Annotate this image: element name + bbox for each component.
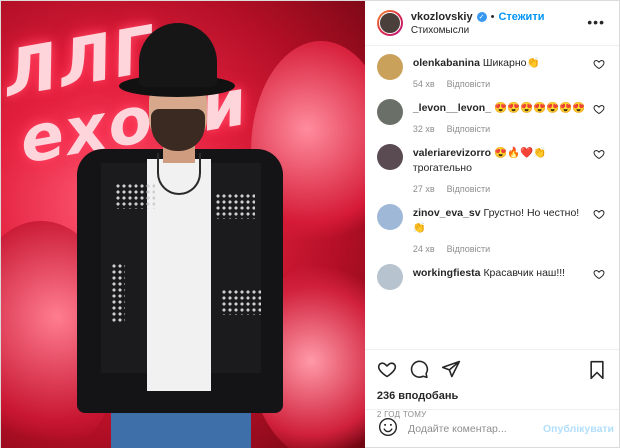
commenter-avatar[interactable] (376, 144, 403, 170)
comment-time[interactable]: 54 хв (413, 79, 435, 89)
commenter-username[interactable]: olenkabanina (413, 57, 480, 69)
comment-content: 😍😍😍😍😍😍😍 (493, 102, 586, 114)
publish-button[interactable]: Опублікувати (543, 423, 614, 435)
comment-body: _levon__levon_ 😍😍😍😍😍😍😍 32 хв Відповісти (413, 97, 591, 134)
post-sidebar: vkozlovskiy ✓ • Стежити Стихомысли ••• o… (364, 1, 619, 448)
commenter-username[interactable]: zinov_eva_sv (413, 207, 481, 219)
add-comment-bar: Опублікувати (366, 409, 619, 447)
comment-content: Шикарно👏 (482, 57, 540, 69)
comment-like-icon[interactable] (593, 58, 605, 70)
comment-text: workingfiesta Красавчик наш!!! (413, 262, 591, 281)
reply-button[interactable]: Відповісти (447, 184, 491, 194)
reply-button[interactable]: Відповісти (447, 124, 491, 134)
more-options-icon[interactable]: ••• (587, 14, 605, 30)
comment-like-icon[interactable] (593, 103, 605, 115)
header-info: vkozlovskiy ✓ • Стежити Стихомысли (411, 11, 545, 36)
reply-button[interactable]: Відповісти (447, 244, 491, 254)
post-header: vkozlovskiy ✓ • Стежити Стихомысли ••• (364, 1, 619, 46)
separator-dot: • (490, 10, 495, 23)
studs (115, 183, 155, 209)
comment-text: zinov_eva_sv Грустно! Но честно!👏 (413, 202, 591, 236)
location-link[interactable]: Стихомысли (411, 25, 545, 36)
necklace (157, 153, 201, 195)
comment-icon[interactable] (409, 359, 429, 382)
hat-crown (139, 23, 217, 87)
comment-text: _levon__levon_ 😍😍😍😍😍😍😍 (413, 97, 591, 116)
follow-button[interactable]: Стежити (498, 11, 544, 23)
comment-body: workingfiesta Красавчик наш!!! (413, 262, 591, 290)
username-link[interactable]: vkozlovskiy (411, 11, 473, 23)
comment-meta: 27 хв Відповісти (413, 184, 591, 194)
comment-item: workingfiesta Красавчик наш!!! (376, 262, 607, 290)
instagram-post: ЛЛГ ехоли vkozlovskiy ✓ • Стежити Стихом… (0, 0, 620, 448)
studs (111, 263, 125, 323)
verified-badge-icon: ✓ (476, 11, 487, 22)
comment-content: Красавчик наш!!! (483, 267, 566, 279)
comment-time[interactable]: 24 хв (413, 244, 435, 254)
comment-like-icon[interactable] (593, 148, 605, 160)
comment-item: _levon__levon_ 😍😍😍😍😍😍😍 32 хв Відповісти (376, 97, 607, 134)
likes-count[interactable]: 236 вподобань (377, 390, 607, 402)
comment-text: valeriarevizorro 😍🔥❤️👏 трогательно (413, 142, 591, 176)
post-photo[interactable]: ЛЛГ ехоли (1, 1, 365, 448)
avatar[interactable] (376, 10, 403, 36)
comment-body: valeriarevizorro 😍🔥❤️👏 трогательно 27 хв В… (413, 142, 591, 194)
comment-time[interactable]: 32 хв (413, 124, 435, 134)
header-row: vkozlovskiy ✓ • Стежити (411, 11, 545, 23)
comment-meta: 54 хв Відповісти (413, 79, 591, 89)
comment-item: zinov_eva_sv Грустно! Но честно!👏 24 хв Ві… (376, 202, 607, 254)
comment-meta: 24 хв Відповісти (413, 244, 591, 254)
commenter-username[interactable]: workingfiesta (413, 267, 481, 279)
comment-body: olenkabanina Шикарно👏 54 хв Відповісти (413, 52, 591, 89)
comment-item: olenkabanina Шикарно👏 54 хв Відповісти (376, 52, 607, 89)
heart-icon[interactable] (377, 359, 397, 382)
commenter-avatar[interactable] (376, 264, 403, 290)
studs (215, 193, 255, 219)
comment-item: valeriarevizorro 😍🔥❤️👏 трогательно 27 хв В… (376, 142, 607, 194)
commenter-avatar[interactable] (376, 204, 403, 230)
comment-body: zinov_eva_sv Грустно! Но честно!👏 24 хв Ві… (413, 202, 591, 254)
comment-text: olenkabanina Шикарно👏 (413, 52, 591, 71)
studs (221, 289, 261, 315)
commenter-avatar[interactable] (376, 54, 403, 80)
share-icon[interactable] (441, 359, 461, 382)
comment-time[interactable]: 27 хв (413, 184, 435, 194)
reply-button[interactable]: Відповісти (447, 79, 491, 89)
commenter-avatar[interactable] (376, 99, 403, 125)
comment-input[interactable] (408, 422, 543, 435)
commenter-username[interactable]: valeriarevizorro (413, 147, 491, 159)
commenter-username[interactable]: _levon__levon_ (413, 102, 491, 114)
beard (151, 109, 205, 151)
bookmark-icon[interactable] (587, 360, 607, 383)
comments-list: olenkabanina Шикарно👏 54 хв Відповісти _lev… (365, 46, 619, 349)
emoji-icon[interactable] (378, 417, 398, 440)
person-figure (71, 13, 291, 448)
comment-like-icon[interactable] (593, 208, 605, 220)
comment-meta: 32 хв Відповісти (413, 124, 591, 134)
comment-like-icon[interactable] (593, 268, 605, 280)
action-icons (377, 358, 607, 382)
